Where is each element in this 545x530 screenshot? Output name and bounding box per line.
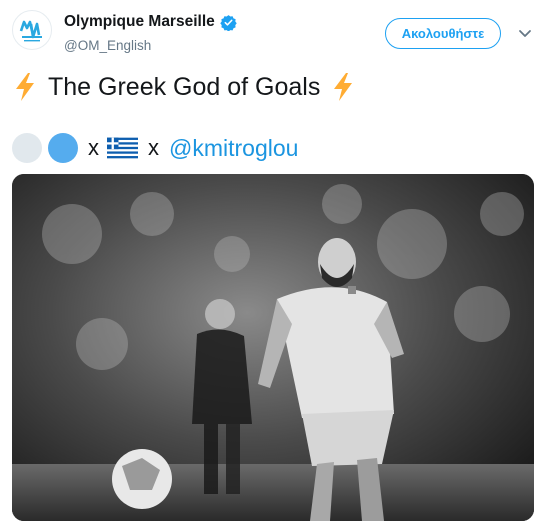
tweet-photo[interactable] [12,174,534,521]
separator-x: x [148,135,159,160]
football-player-photo [12,174,534,521]
blue-circle-emoji-icon [48,133,78,163]
tweet-text-line-1: The Greek God of Goals [12,70,356,104]
verified-badge-icon [220,14,237,31]
follow-button[interactable]: Ακολουθήστε [385,18,501,49]
display-name[interactable]: Olympique Marseille [64,13,215,31]
tweet-headline: The Greek God of Goals [48,72,321,101]
lightning-emoji-icon [16,73,34,101]
tweet-text-line-2: x x @kmitroglou [12,130,298,166]
white-circle-emoji-icon [12,133,42,163]
tweet-card: Olympique Marseille @OM_English Ακολουθή… [0,0,545,530]
lightning-emoji-icon [334,73,353,101]
name-row: Olympique Marseille [64,13,237,31]
greece-flag-icon [107,137,138,159]
separator-x: x [88,135,99,160]
om-crest-icon [16,14,48,46]
avatar[interactable] [12,10,52,50]
handle[interactable]: @OM_English [64,38,151,53]
mention-link[interactable]: @kmitroglou [169,135,298,162]
chevron-down-icon[interactable] [516,24,534,42]
